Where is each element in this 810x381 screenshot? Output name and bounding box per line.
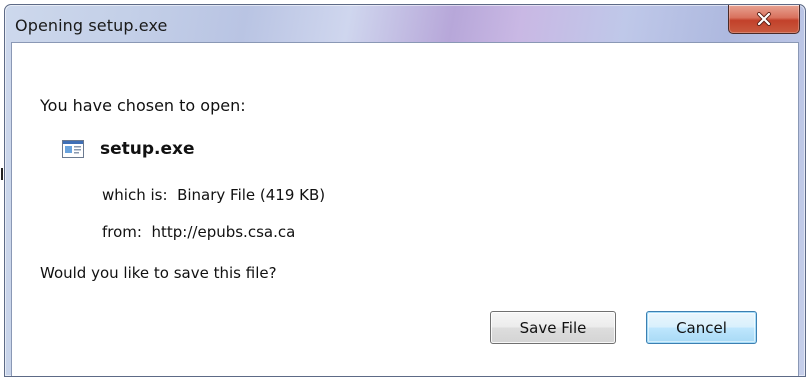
open-prompt: You have chosen to open: [40,96,246,115]
close-icon [757,12,771,26]
cancel-button[interactable]: Cancel [646,311,757,344]
file-source-value: http://epubs.csa.ca [151,223,296,241]
title-bar[interactable]: Opening setup.exe [5,5,805,35]
save-file-button[interactable]: Save File [490,311,616,344]
file-type-line: which is: Binary File (419 KB) [102,186,325,204]
window-title: Opening setup.exe [15,16,168,35]
dialog-body: You have chosen to open: setup.exe which… [11,42,799,376]
file-source-label: from: [102,223,142,241]
application-file-icon [62,140,84,158]
file-name: setup.exe [100,139,195,159]
save-question: Would you like to save this file? [40,264,277,282]
close-button[interactable] [728,5,800,34]
file-type-label: which is: [102,186,168,204]
download-dialog: Opening setup.exe You have chosen to ope… [4,4,806,377]
file-source-line: from: http://epubs.csa.ca [102,223,295,241]
stray-mark [1,168,3,180]
file-type-value: Binary File (419 KB) [177,186,326,204]
